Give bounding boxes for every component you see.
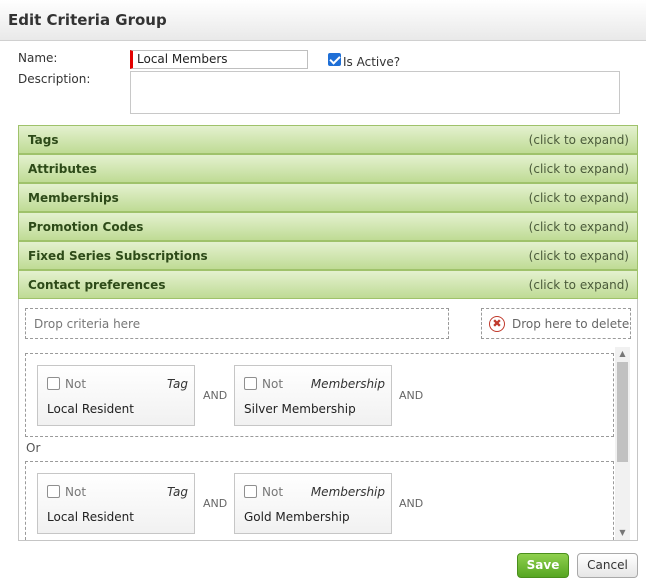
not-checkbox[interactable] [244, 377, 257, 390]
section-hint: (click to expand) [528, 133, 629, 147]
criteria-type: Tag [166, 377, 188, 391]
criteria-name: Local Resident [47, 402, 134, 416]
criteria-name: Local Resident [47, 510, 134, 524]
dialog-title: Edit Criteria Group [8, 11, 167, 29]
description-textarea[interactable] [130, 71, 620, 114]
criteria-name: Gold Membership [244, 510, 350, 524]
criteria-group[interactable]: Not Tag Local Resident AND Not Membershi… [25, 353, 614, 437]
and-connector: AND [399, 497, 424, 510]
delete-circle-icon: ✖ [489, 316, 505, 332]
not-label: Not [262, 377, 284, 391]
not-label: Not [65, 377, 87, 391]
save-button[interactable]: Save [517, 553, 569, 578]
name-input[interactable]: Local Members [130, 50, 308, 69]
drop-criteria-zone[interactable]: Drop criteria here [25, 308, 449, 339]
criteria-card[interactable]: Not Membership Silver Membership [234, 365, 392, 426]
section-hint: (click to expand) [528, 249, 629, 263]
section-hint: (click to expand) [528, 162, 629, 176]
section-title: Memberships [28, 191, 119, 205]
not-label: Not [262, 485, 284, 499]
not-checkbox[interactable] [47, 485, 60, 498]
section-promotion-codes[interactable]: Promotion Codes (click to expand) [18, 212, 638, 241]
criteria-type: Tag [166, 485, 188, 499]
section-title: Promotion Codes [28, 220, 144, 234]
section-title: Fixed Series Subscriptions [28, 249, 208, 263]
criteria-card[interactable]: Not Membership Gold Membership [234, 473, 392, 534]
criteria-card[interactable]: Not Tag Local Resident [37, 365, 195, 426]
criteria-card[interactable]: Not Tag Local Resident [37, 473, 195, 534]
name-label: Name: [18, 51, 58, 65]
section-tags[interactable]: Tags (click to expand) [18, 125, 638, 154]
section-title: Contact preferences [28, 278, 166, 292]
dialog-title-bar: Edit Criteria Group [0, 0, 646, 41]
is-active-label: Is Active? [343, 55, 401, 69]
or-separator: Or [26, 441, 41, 455]
section-hint: (click to expand) [528, 191, 629, 205]
section-contact-preferences[interactable]: Contact preferences (click to expand) [18, 270, 638, 299]
section-attributes[interactable]: Attributes (click to expand) [18, 154, 638, 183]
drop-zone-label: Drop criteria here [34, 317, 141, 331]
scrollbar-thumb[interactable] [617, 362, 628, 462]
section-memberships[interactable]: Memberships (click to expand) [18, 183, 638, 212]
is-active-checkbox[interactable] [328, 53, 341, 66]
delete-zone[interactable]: ✖ Drop here to delete [481, 308, 631, 339]
criteria-type: Membership [310, 485, 385, 499]
section-hint: (click to expand) [528, 220, 629, 234]
section-title: Tags [28, 133, 59, 147]
section-hint: (click to expand) [528, 278, 629, 292]
not-label: Not [65, 485, 87, 499]
cancel-button[interactable]: Cancel [577, 553, 638, 578]
description-label: Description: [18, 72, 91, 86]
vertical-scrollbar[interactable]: ▲ ▼ [615, 347, 630, 540]
not-checkbox[interactable] [47, 377, 60, 390]
section-fixed-series-subscriptions[interactable]: Fixed Series Subscriptions (click to exp… [18, 241, 638, 270]
criteria-type: Membership [310, 377, 385, 391]
and-connector: AND [203, 497, 228, 510]
and-connector: AND [203, 389, 228, 402]
not-checkbox[interactable] [244, 485, 257, 498]
criteria-name: Silver Membership [244, 402, 356, 416]
and-connector: AND [399, 389, 424, 402]
scroll-down-arrow-icon[interactable]: ▼ [615, 526, 630, 540]
section-title: Attributes [28, 162, 97, 176]
criteria-group[interactable]: Not Tag Local Resident AND Not Membershi… [25, 461, 614, 540]
delete-zone-label: Drop here to delete [512, 317, 630, 331]
scroll-up-arrow-icon[interactable]: ▲ [615, 347, 630, 361]
